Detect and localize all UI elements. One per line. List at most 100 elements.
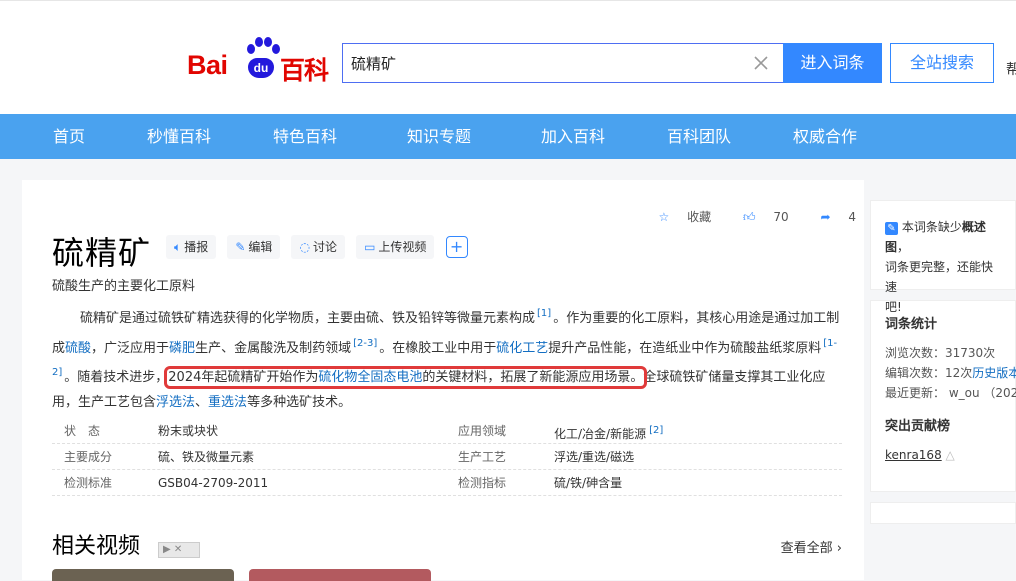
thumb-up-icon: 👍︎ [742, 210, 756, 224]
like-button[interactable]: 👍︎ 70 [729, 210, 789, 225]
nav-item-featured[interactable]: 特色百科 [273, 114, 337, 159]
notice-text: 本词条缺少 [901, 220, 962, 234]
nav-item-topics[interactable]: 知识专题 [407, 114, 471, 159]
broadcast-button[interactable]: 🔈︎ 播报 [166, 235, 217, 259]
collect-label: 收藏 [687, 210, 712, 224]
upload-video-button[interactable]: ▭ 上传视频 [356, 235, 435, 259]
entry-subtitle: 硫酸生产的主要化工原料 [52, 279, 196, 294]
text: 的关键材料，拓展了新能源应用场景。 [422, 370, 644, 385]
link-vulcanization[interactable]: 硫化工艺 [496, 341, 548, 356]
paw-toe [272, 44, 280, 54]
paw-toe [247, 44, 255, 54]
text: 生产、金属酸洗及制药领域 [195, 340, 352, 356]
reference[interactable]: [2] [649, 425, 663, 436]
article-main: ☆ 收藏 👍︎ 70 ➦ 4 硫精矿 🔈︎ 播报 ✎ 编辑 ◌ 讨论 ▭ 上传视频 + … [22, 180, 864, 581]
notice-card: ✎ 本词条缺少概述图， 词条更完整，还能快速 吧! [870, 200, 1016, 314]
edit-label: 编辑 [248, 240, 273, 254]
info-key: 应用领域 [458, 424, 507, 438]
main-nav: 首页 秒懂百科 特色百科 知识专题 加入百科 百科团队 权威合作 [0, 114, 1016, 159]
baidu-baike-logo[interactable]: Bai du 百科 [187, 36, 332, 85]
discuss-button[interactable]: ◌ 讨论 [291, 235, 345, 259]
star-icon: ☆ [658, 210, 670, 224]
info-key: 检测标准 [64, 476, 113, 490]
reference[interactable]: [2-3] [353, 338, 377, 349]
text: 。在橡胶工业中用于 [379, 340, 497, 356]
close-icon[interactable] [751, 53, 771, 73]
text: 。随着技术进步， [64, 370, 169, 385]
help-link[interactable]: 帮 [1006, 59, 1016, 79]
stats-card: 词条统计 浏览次数：31730次 编辑次数：12次历史版本 最近更新： w_ou… [870, 300, 1016, 492]
contributor-link[interactable]: kenra168 [885, 448, 942, 462]
info-row: 主要成分 硫、铁及微量元素 生产工艺 浮选/重选/磁选 [52, 444, 842, 470]
article-actions: ☆ 收藏 👍︎ 70 ➦ 4 [631, 208, 856, 225]
edit-button[interactable]: ✎ 编辑 [227, 235, 281, 259]
plus-icon[interactable]: + [445, 235, 468, 258]
see-all-label: 查看全部 [780, 541, 833, 556]
basic-info-table: 状 态 粉末或块状 应用领域 化工/冶金/新能源 [2] 主要成分 硫、铁及微量元… [52, 418, 842, 496]
notice-text: 吧! [885, 300, 902, 314]
page-title: 硫精矿 [52, 234, 152, 272]
enter-entry-button[interactable]: 进入词条 [783, 43, 882, 83]
share-button[interactable]: ➦ 4 [806, 210, 856, 224]
logo-paw-du: du [248, 58, 274, 78]
info-value: 硫、铁及微量元素 [158, 450, 255, 464]
sidebar: ✎ 本词条缺少概述图， 词条更完整，还能快速 吧! 词条统计 浏览次数：3173… [870, 200, 1016, 524]
info-value: 化工/冶金/新能源 [554, 427, 647, 441]
related-videos-title: 相关视频 [52, 534, 141, 559]
info-key: 生产工艺 [458, 450, 507, 464]
video-icon: ▭ [364, 240, 376, 254]
nav-item-cooperation[interactable]: 权威合作 [793, 114, 857, 159]
info-key: 状 态 [64, 424, 101, 438]
search-box [342, 43, 783, 83]
share-icon: ➦ [820, 210, 831, 224]
info-row: 检测标准 GSB04-2709-2011 检测指标 硫/铁/砷含量 [52, 470, 842, 496]
text: ，广泛应用于 [91, 340, 170, 356]
discuss-label: 讨论 [312, 240, 337, 254]
broadcast-label: 播报 [184, 240, 209, 254]
edit-icon: ✎ [885, 222, 898, 235]
last-updated: 最近更新： w_ou （2025 [885, 386, 1016, 400]
like-count: 70 [773, 210, 789, 224]
search-input[interactable] [351, 44, 751, 82]
video-play-icon: ▶ ✕ [158, 542, 200, 558]
see-all-link[interactable]: 查看全部 › [781, 537, 842, 556]
site-search-button[interactable]: 全站搜索 [890, 43, 994, 83]
speaker-icon: 🔈︎ [174, 240, 182, 254]
link-sulfuric-acid[interactable]: 硫酸 [65, 341, 91, 356]
nav-item-miaodong[interactable]: 秒懂百科 [147, 114, 211, 159]
upload-video-label: 上传视频 [378, 240, 427, 254]
link-gravity-separation[interactable]: 重选法 [208, 395, 247, 410]
info-value: 浮选/重选/磁选 [554, 450, 635, 464]
text: 等多种选矿技术。 [247, 394, 352, 410]
text: 、 [195, 394, 209, 410]
contributors-title: 突出贡献榜 [885, 419, 951, 434]
sidebar-card [870, 502, 1016, 524]
text: 提升产品性能，在造纸业中作为硫酸盐纸浆原料 [548, 340, 822, 356]
link-flotation[interactable]: 浮选法 [156, 395, 195, 410]
chat-bubble-icon: ◌ [299, 240, 310, 254]
chevron-right-icon: › [836, 541, 842, 556]
text: 硫精矿是通过硫铁矿精选获得的化学物质，主要由硫、铁及铅锌等微量元素构成 [80, 311, 536, 326]
collect-button[interactable]: ☆ 收藏 [645, 208, 712, 225]
history-link[interactable]: 历史版本 [972, 366, 1016, 380]
pencil-icon: ✎ [235, 240, 246, 254]
title-tools: 🔈︎ 播报 ✎ 编辑 ◌ 讨论 ▭ 上传视频 + [166, 235, 468, 259]
info-value: 粉末或块状 [158, 424, 219, 438]
nav-item-home[interactable]: 首页 [53, 114, 85, 159]
paw-toe [255, 37, 263, 47]
nav-item-join[interactable]: 加入百科 [541, 114, 605, 159]
level-badge-icon: △ [945, 448, 955, 462]
nav-item-team[interactable]: 百科团队 [667, 114, 731, 159]
link-solid-state-battery[interactable]: 硫化物全固态电池 [318, 370, 422, 385]
info-value: GSB04-2709-2011 [158, 476, 269, 490]
edits-count: 编辑次数：12次 [885, 366, 973, 380]
video-thumbnail[interactable] [52, 569, 234, 581]
video-thumbnail[interactable] [249, 569, 431, 581]
link-phosphate-fertilizer[interactable]: 磷肥 [169, 341, 195, 356]
info-row: 状 态 粉末或块状 应用领域 化工/冶金/新能源 [2] [52, 418, 842, 444]
views-count: 浏览次数：31730次 [885, 346, 996, 360]
logo-text-bai: Bai [187, 50, 228, 80]
reference[interactable]: [1] [537, 308, 551, 319]
stats-title: 词条统计 [885, 317, 938, 332]
info-key: 主要成分 [64, 450, 113, 464]
